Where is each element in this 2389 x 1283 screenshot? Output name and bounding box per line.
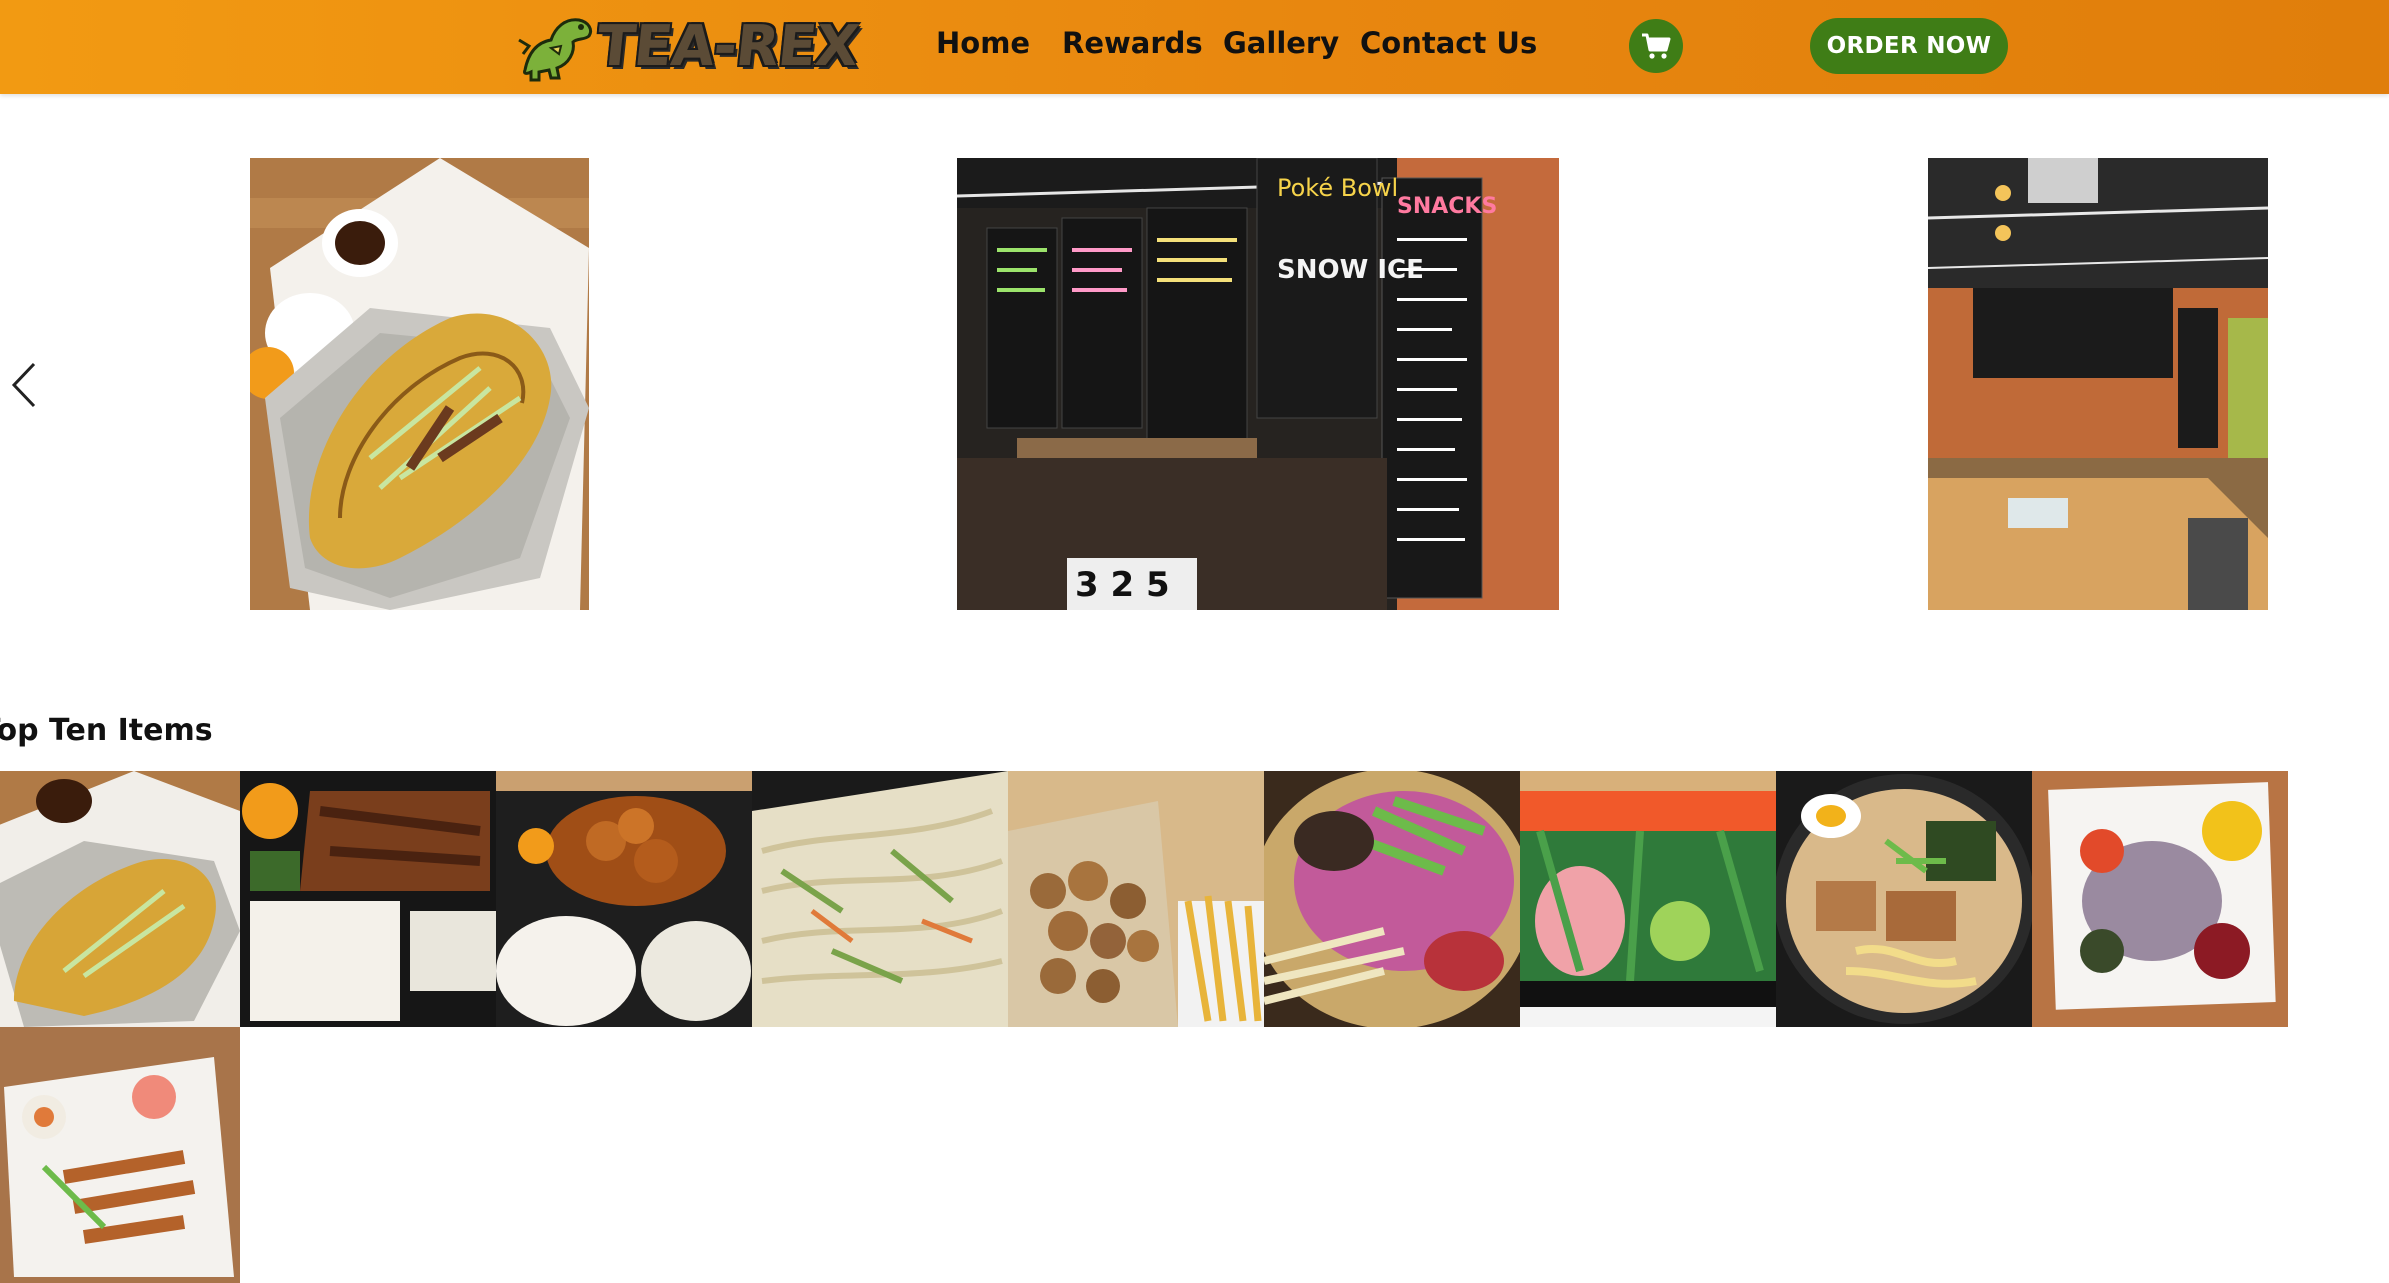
- top-ten-items-heading: Top Ten Items: [0, 713, 213, 748]
- top-item-orange-chicken-bento[interactable]: [496, 771, 752, 1027]
- order-now-button[interactable]: ORDER NOW: [1810, 18, 2008, 74]
- nav-gallery[interactable]: Gallery: [1223, 26, 1339, 60]
- popcorn-chicken-fries-thumb: [1008, 771, 1264, 1027]
- sashimi-platter-thumb: [1520, 771, 1776, 1027]
- top-item-poke-salad[interactable]: [2032, 771, 2288, 1027]
- top-item-crispy-noodle[interactable]: [0, 771, 240, 1027]
- poke-salad-thumb: [2032, 771, 2288, 1027]
- nav-contact-us[interactable]: Contact Us: [1360, 26, 1537, 60]
- cart-icon: [1642, 33, 1671, 59]
- logo-wordmark: TEA-REX: [593, 14, 862, 79]
- top-item-sushi-plate[interactable]: [0, 1027, 240, 1283]
- cart-button[interactable]: [1629, 19, 1683, 73]
- crispy-noodle-photo: [250, 158, 589, 610]
- menu-board-poke-text: Poké Bowl: [1277, 174, 1398, 202]
- top-item-popcorn-chicken-fries[interactable]: [1008, 771, 1264, 1027]
- sushi-plate-thumb: [0, 1027, 240, 1283]
- top-item-sashimi-platter[interactable]: [1520, 771, 1776, 1027]
- nav-home[interactable]: Home: [936, 26, 1030, 60]
- top-item-stir-fried-noodles[interactable]: [752, 771, 1008, 1027]
- order-number-sign-text: 3 2 5: [1075, 565, 1170, 605]
- poke-bowl-thumb: [1264, 771, 1520, 1027]
- dinosaur-icon: [518, 18, 593, 82]
- carousel-slide-crispy-noodle[interactable]: [250, 158, 589, 610]
- restaurant-interior-photo: [1928, 158, 2268, 610]
- chevron-left-icon[interactable]: [8, 360, 40, 410]
- carousel-slide-interior[interactable]: [1928, 158, 2268, 610]
- menu-board-snacks-text: SNACKS: [1397, 194, 1497, 219]
- ramen-thumb: [1776, 771, 2032, 1027]
- top-item-teriyaki-bento[interactable]: [240, 771, 496, 1027]
- stir-fried-noodles-thumb: [752, 771, 1008, 1027]
- carousel-slide-menu-boards[interactable]: Poké Bowl SNOW ICE SNACKS 3 2 5: [957, 158, 1559, 610]
- top-navigation-bar: TEA-REX Home Rewards Gallery Contact Us …: [0, 0, 2389, 94]
- tea-rex-logo[interactable]: TEA-REX: [515, 8, 861, 84]
- orange-chicken-bento-thumb: [496, 771, 752, 1027]
- top-item-ramen[interactable]: [1776, 771, 2032, 1027]
- top-item-poke-bowl[interactable]: [1264, 771, 1520, 1027]
- teriyaki-bento-thumb: [240, 771, 496, 1027]
- menu-boards-photo: Poké Bowl SNOW ICE SNACKS 3 2 5: [957, 158, 1559, 610]
- crispy-noodle-thumb: [0, 771, 240, 1027]
- nav-rewards[interactable]: Rewards: [1062, 26, 1203, 60]
